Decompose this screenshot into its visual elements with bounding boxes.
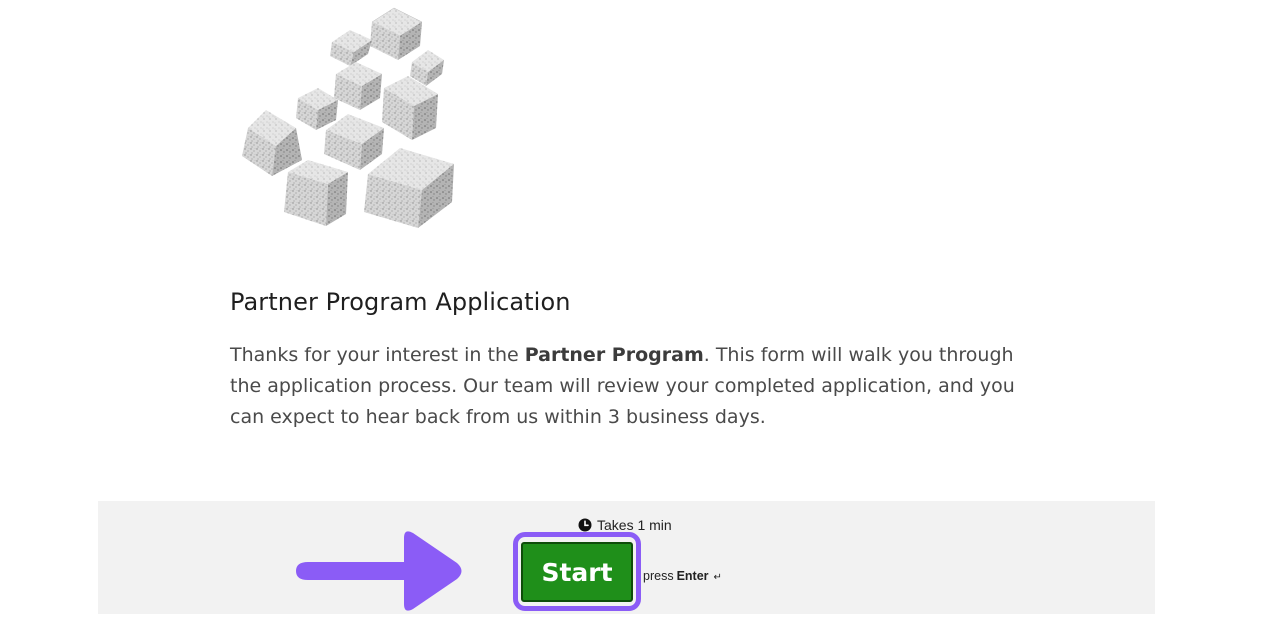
enter-key-label: Enter	[676, 569, 709, 583]
cubes-illustration	[242, 7, 454, 228]
form-welcome-screen: Partner Program Application Thanks for y…	[0, 0, 1280, 634]
arrow-right-icon	[296, 531, 462, 611]
duration-text: Takes 1 min	[597, 517, 672, 533]
form-title: Partner Program Application	[230, 288, 571, 316]
cube	[382, 76, 438, 140]
keyboard-hint: press Enter ↵	[643, 569, 722, 583]
cube	[242, 110, 302, 176]
cube	[284, 160, 348, 226]
cube	[324, 114, 384, 170]
form-description: Thanks for your interest in the Partner …	[230, 340, 1030, 433]
description-text: Thanks for your interest in the	[230, 344, 525, 366]
start-button[interactable]: Start	[521, 542, 633, 602]
cube	[296, 88, 338, 130]
cube	[364, 148, 454, 228]
program-name: Partner Program	[524, 344, 704, 366]
press-label: press	[643, 569, 674, 583]
clock-icon	[578, 518, 592, 532]
duration-estimate: Takes 1 min	[578, 517, 672, 533]
enter-icon: ↵	[713, 572, 722, 583]
cube	[370, 7, 423, 60]
cube	[334, 62, 382, 110]
cube	[330, 30, 372, 66]
